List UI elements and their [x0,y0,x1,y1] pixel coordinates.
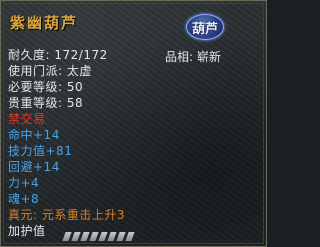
gourd-icon: 葫芦 [186,14,224,40]
required-level-label: 必要等级: [8,80,63,94]
honor-level-value: 58 [66,96,84,110]
protect-label: 加护值 [8,224,46,238]
stat-strength: 力+4 [8,176,40,190]
stat-evasion: 回避+14 [8,160,60,174]
honor-level-label: 贵重等级: [8,96,63,110]
honor-level-row: 贵重等级: 58 [8,96,83,110]
sect-value: 太虚 [66,64,92,78]
true-yuan: 真元: 元系重击上升3 [8,208,125,222]
item-name: 紫幽葫芦 [10,14,79,32]
grade-label: 品相: [165,50,194,64]
stat-hit: 命中+14 [8,128,60,142]
durability-value: 172/172 [54,48,108,62]
sect-label: 使用门派: [8,64,63,78]
protect-gauge [62,226,137,241]
stat-skill-points: 技力值+81 [8,144,73,158]
sect-row: 使用门派: 太虚 [8,64,92,78]
required-level-row: 必要等级: 50 [8,80,83,94]
gourd-icon-label: 葫芦 [191,22,218,37]
stat-soul: 魂+8 [8,192,40,206]
grade-value: 崭新 [196,50,221,64]
required-level-value: 50 [66,80,84,94]
durability-label: 耐久度: [8,48,51,62]
trade-status: 禁交易 [8,112,46,126]
item-tooltip: 紫幽葫芦 葫芦 耐久度: 172/172 品相: 崭新 使用门派: 太虚 必要等… [0,0,267,247]
grade-row: 品相: 崭新 [165,48,221,65]
durability-row: 耐久度: 172/172 [8,48,108,62]
